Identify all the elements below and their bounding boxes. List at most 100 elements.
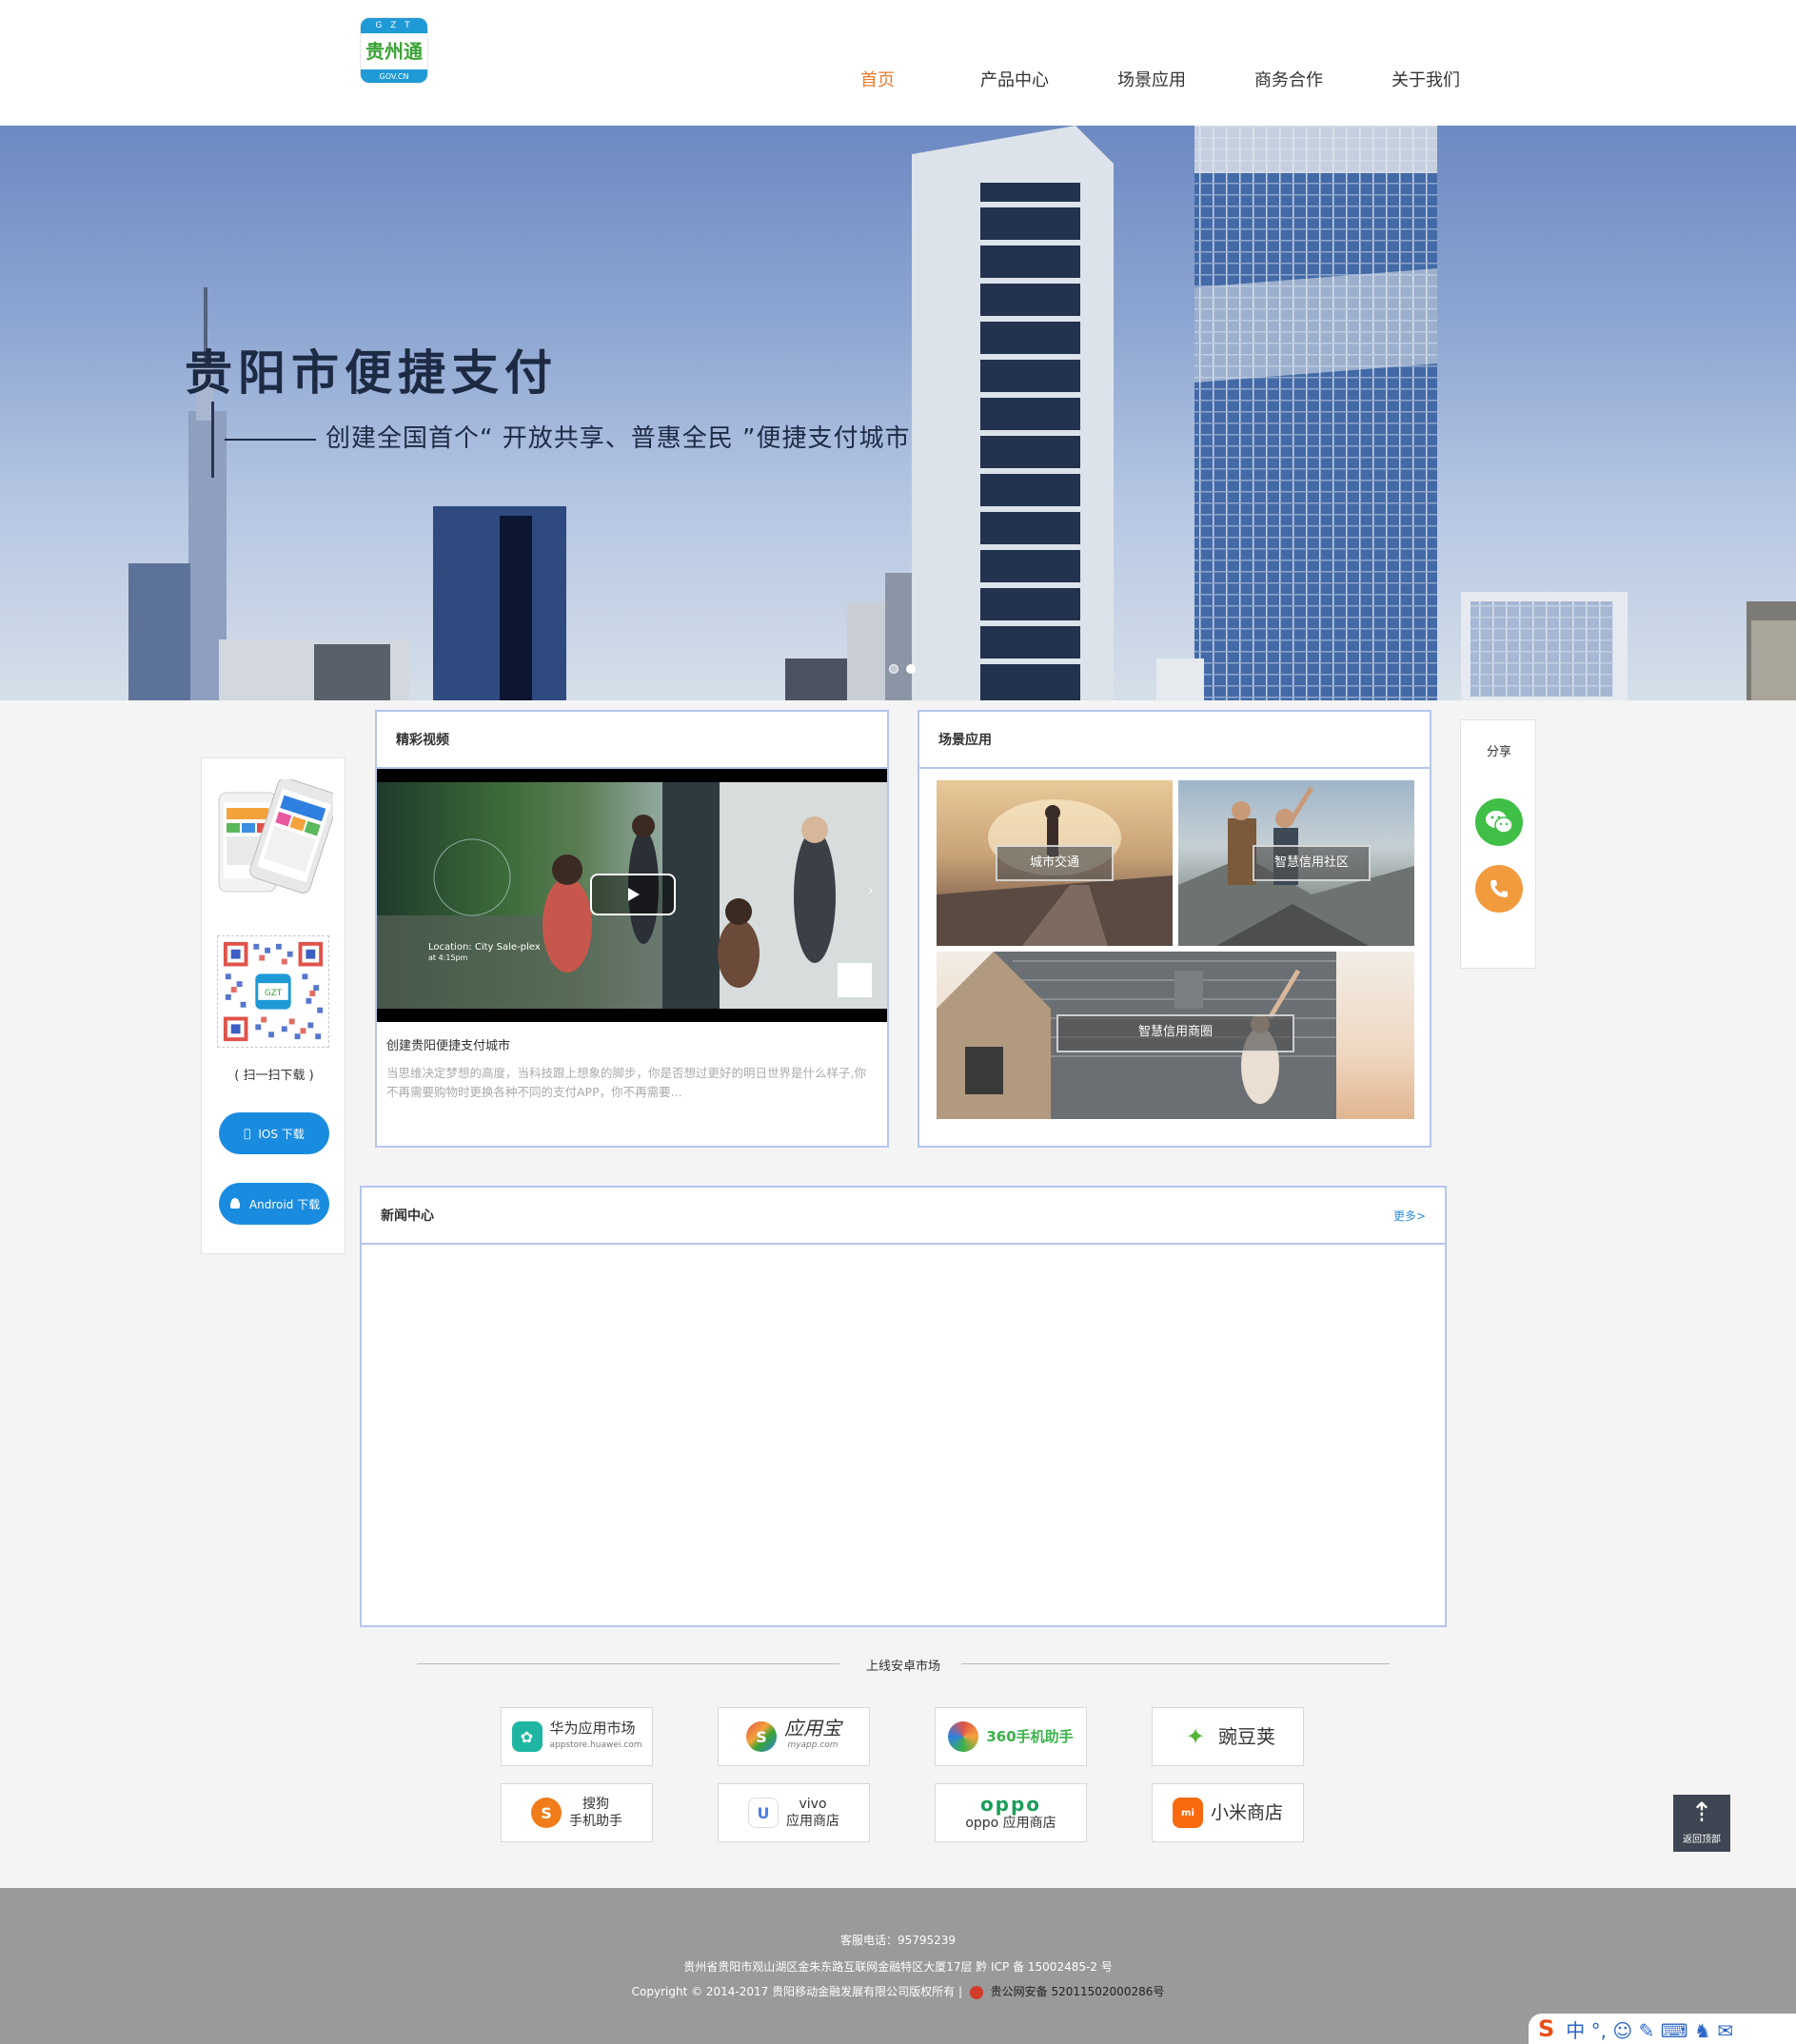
video-caption-time: at 4:15pm — [428, 953, 468, 962]
nav-products[interactable]: 产品中心 — [946, 67, 1083, 91]
share-wechat-button[interactable] — [1475, 798, 1523, 846]
video-panel-title: 精彩视频 — [396, 733, 449, 748]
ime-toolbar[interactable]: S 中 °, ☺ ✎ ⌨ ♞ ✉ — [1529, 2014, 1796, 2044]
news-panel-header: 新闻中心 更多> — [362, 1188, 1445, 1245]
market-huawei-label: 华为应用市场 appstore.huawei.com — [549, 1720, 642, 1750]
market-vivo-label: vivo 应用商店 — [786, 1797, 839, 1829]
ios-download-label: IOS 下载 — [254, 1127, 304, 1141]
slide-dot-2[interactable] — [906, 664, 916, 674]
hero-banner: 贵阳市便捷支付 创建全国首个“ 开放共享、普惠全民 ”便捷支付城市 — [0, 126, 1796, 700]
apple-icon:  — [244, 1127, 250, 1140]
back-to-top-label: 返回顶部 — [1683, 1835, 1721, 1845]
video-caption: Location: City Sale-plex — [428, 942, 541, 953]
huawei-icon: ✿ — [511, 1721, 543, 1752]
main-nav: 首页 产品中心 场景应用 商务合作 关于我们 — [809, 67, 1494, 91]
market-yingyongbao-label: 应用宝 myapp.com — [784, 1717, 841, 1750]
market-wandoujia[interactable]: ✦ 豌豆荚 — [1152, 1707, 1304, 1766]
logo-top-text: G Z T — [361, 18, 427, 33]
phones-image — [218, 779, 333, 894]
video-item-title[interactable]: 创建贵阳便捷支付城市 — [386, 1035, 510, 1053]
android-download-button[interactable]: Android 下载 — [219, 1183, 329, 1225]
scene-label-community: 智慧信用社区 — [1253, 845, 1371, 881]
vivo-icon: U — [748, 1798, 779, 1828]
banner-divider — [211, 402, 214, 478]
arrow-up-icon: ⇡ — [1690, 1797, 1713, 1828]
android-icon — [229, 1198, 240, 1209]
footer-address: 贵州省贵阳市观山湖区金朱东路互联网金融特区大厦17层 黔 ICP 备 15002… — [683, 1960, 1113, 1974]
play-icon — [628, 888, 640, 901]
video-player[interactable]: Location: City Sale-plex at 4:15pm › — [377, 769, 887, 1022]
scene-label-business: 智慧信用商圈 — [1056, 1014, 1294, 1052]
markets-heading: 上线安卓市场 — [417, 1654, 1390, 1674]
site-footer: 客服电话：95795239 贵州省贵阳市观山湖区金朱东路互联网金融特区大厦17层… — [0, 1888, 1796, 2044]
wechat-icon — [1486, 811, 1513, 834]
market-yingyongbao[interactable]: S 应用宝 myapp.com — [718, 1707, 870, 1766]
phone-icon — [1490, 880, 1508, 897]
news-panel: 新闻中心 更多> — [360, 1186, 1447, 1627]
footer-phone: 客服电话：95795239 — [839, 1934, 957, 1947]
police-badge-icon — [969, 1985, 983, 1999]
market-oppo-label: oppo 应用商店 — [965, 1816, 1056, 1831]
market-wandoujia-label: 豌豆荚 — [1218, 1725, 1275, 1748]
news-more-link[interactable]: 更多> — [1393, 1208, 1426, 1224]
nav-home[interactable]: 首页 — [809, 67, 946, 91]
nav-scenes[interactable]: 场景应用 — [1083, 67, 1220, 91]
market-360[interactable]: 360手机助手 — [935, 1707, 1087, 1766]
360-icon — [948, 1721, 979, 1752]
play-button[interactable] — [590, 874, 676, 915]
sogou-ime-icon: S — [1538, 2015, 1555, 2042]
scene-tile-community[interactable]: 智慧信用社区 — [1178, 780, 1414, 946]
logo-domain: GOV.CN — [361, 69, 427, 83]
back-to-top-button[interactable]: ⇡ 返回顶部 — [1673, 1795, 1730, 1852]
scene-panel-title: 场景应用 — [938, 733, 992, 748]
ime-status: 中 °, ☺ ✎ ⌨ ♞ ✉ — [1566, 2018, 1733, 2042]
sogou-icon: S — [531, 1798, 562, 1828]
share-title: 分享 — [1486, 745, 1511, 759]
ios-download-button[interactable]:  IOS 下载 — [219, 1112, 329, 1154]
logo-name: 贵州通 — [365, 40, 423, 63]
wandoujia-icon: ✦ — [1180, 1721, 1211, 1752]
download-qr-code: GZT — [217, 935, 329, 1048]
share-box: 分享 — [1460, 719, 1536, 969]
skyline-illustration — [128, 126, 1796, 700]
chevron-right-icon[interactable]: › — [868, 883, 874, 898]
nav-about[interactable]: 关于我们 — [1357, 67, 1494, 91]
oppo-icon: oppo — [979, 1793, 1042, 1816]
scene-panel: 场景应用 城市交通 智慧信用社区 智慧信用商圈 — [918, 710, 1431, 1148]
market-sogou[interactable]: S 搜狗 手机助手 — [501, 1783, 653, 1842]
site-header: G Z T 贵州通 GOV.CN 首页 产品中心 场景应用 商务合作 关于我们 — [0, 0, 1796, 126]
logo[interactable]: G Z T 贵州通 GOV.CN — [360, 17, 428, 84]
svg-text:GZT: GZT — [265, 989, 283, 998]
news-panel-title: 新闻中心 — [381, 1209, 434, 1224]
market-360-label: 360手机助手 — [986, 1728, 1074, 1745]
footer-copyright: Copyright © 2014-2017 贵阳移动金融发展有限公司版权所有 | — [631, 1985, 962, 1998]
slide-dots — [889, 664, 916, 674]
market-oppo[interactable]: oppo oppo 应用商店 — [935, 1783, 1087, 1842]
yingyongbao-icon: S — [746, 1721, 777, 1752]
markets-title: 上线安卓市场 — [865, 1660, 940, 1674]
scene-tile-traffic[interactable]: 城市交通 — [937, 780, 1173, 946]
qr-label: ( 扫一扫下载 ) — [234, 1069, 314, 1083]
scene-panel-header: 场景应用 — [919, 712, 1430, 769]
android-download-label: Android 下载 — [248, 1197, 321, 1211]
slide-dot-1[interactable] — [889, 664, 898, 674]
banner-subtitle: 创建全国首个“ 开放共享、普惠全民 ”便捷支付城市 — [225, 419, 910, 454]
banner-title: 贵阳市便捷支付 — [185, 345, 558, 401]
xiaomi-icon: mi — [1172, 1798, 1203, 1828]
market-xiaomi-label: 小米商店 — [1210, 1802, 1283, 1823]
video-panel-header: 精彩视频 — [377, 712, 887, 769]
market-huawei[interactable]: ✿ 华为应用市场 appstore.huawei.com — [501, 1707, 653, 1766]
video-item-description: 当思维决定梦想的高度，当科技跟上想象的脚步，你是否想过更好的明日世界是什么样子,… — [386, 1066, 866, 1099]
app-download-card: GZT ( 扫一扫下载 )  IOS 下载 Android 下载 — [201, 757, 345, 1254]
nav-business[interactable]: 商务合作 — [1220, 67, 1357, 91]
scene-label-traffic: 城市交通 — [996, 845, 1114, 881]
market-vivo[interactable]: U vivo 应用商店 — [718, 1783, 870, 1842]
share-phone-button[interactable] — [1475, 865, 1523, 913]
scene-tile-business[interactable]: 智慧信用商圈 — [937, 952, 1414, 1119]
video-panel: 精彩视频 Location: City Sale-plex at 4:15pm — [375, 710, 889, 1148]
footer-copyright-line: Copyright © 2014-2017 贵阳移动金融发展有限公司版权所有 |… — [0, 1983, 1796, 1999]
market-sogou-label: 搜狗 手机助手 — [569, 1797, 622, 1829]
market-xiaomi[interactable]: mi 小米商店 — [1152, 1783, 1304, 1842]
banner-subtitle-text: 创建全国首个“ 开放共享、普惠全民 ”便捷支付城市 — [326, 424, 911, 453]
footer-police-record[interactable]: 贵公网安备 52011502000286号 — [991, 1985, 1165, 1998]
